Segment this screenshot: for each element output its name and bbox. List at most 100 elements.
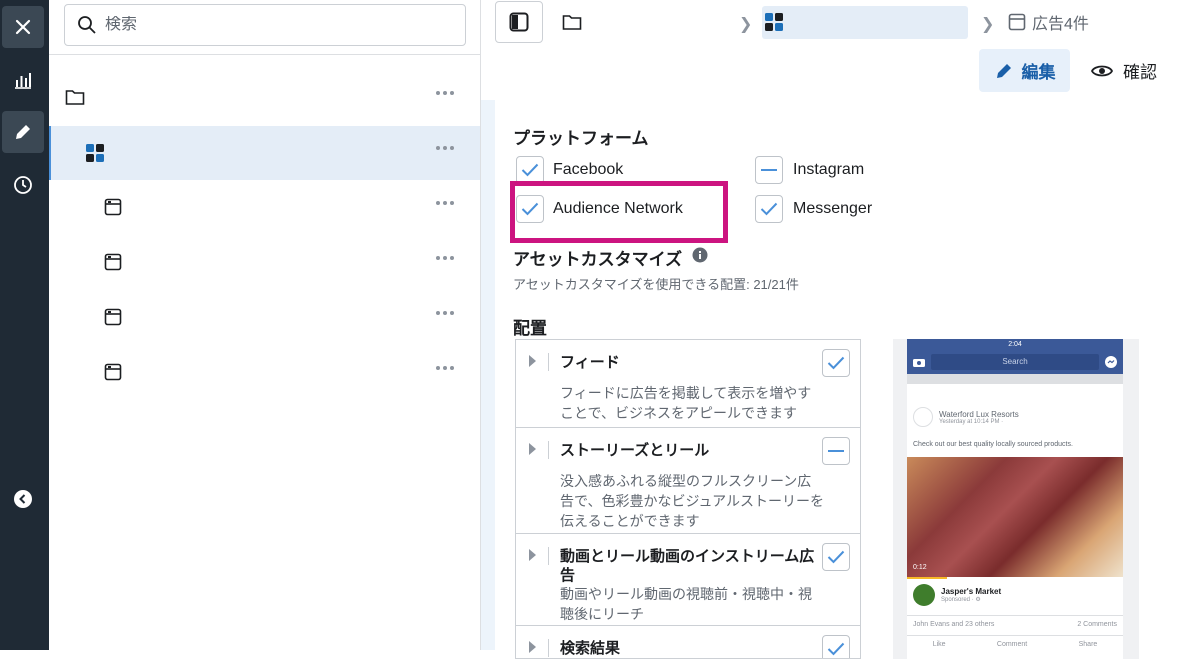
platform-checkbox-messenger[interactable] [755, 195, 783, 223]
pencil-icon [16, 125, 30, 139]
expand-arrow-icon[interactable] [529, 549, 536, 561]
placement-title: 動画とリール動画のインストリーム広告 [560, 548, 815, 584]
main-panel: ❯ ❯ 広告4件 編集 確認 プラットフォーム Facebook Instagr… [481, 0, 1200, 659]
more-options-button[interactable] [436, 256, 454, 260]
edit-mode-button[interactable] [2, 111, 44, 153]
avatar [913, 407, 933, 427]
breadcrumb-ads[interactable]: 広告4件 [1008, 10, 1089, 34]
divider [49, 54, 480, 55]
breadcrumb-ads-label: 広告4件 [1032, 16, 1089, 33]
progress-bar [907, 577, 947, 579]
divider [548, 353, 549, 371]
collapse-left-icon [14, 490, 32, 508]
search-box[interactable] [64, 4, 466, 46]
placement-item-instream[interactable]: 動画とリール動画のインストリーム広告 動画やリール動画の視聴前・視聴中・視聴後に… [516, 534, 860, 626]
placements-heading: 配置 [513, 319, 547, 338]
chevron-right-icon: ❯ [739, 16, 753, 33]
info-icon[interactable] [692, 247, 708, 263]
placement-checkbox[interactable] [822, 349, 850, 377]
campaign-tree [49, 0, 481, 650]
review-button[interactable]: 確認 [1091, 49, 1157, 92]
edit-button[interactable]: 編集 [979, 49, 1070, 92]
divider [907, 635, 1123, 636]
status-bar: 2:04 [907, 339, 1123, 349]
platform-checkbox-facebook[interactable] [516, 156, 544, 184]
divider [907, 615, 1123, 616]
platform-label-messenger: Messenger [793, 200, 873, 217]
expand-arrow-icon[interactable] [529, 355, 536, 367]
placement-checkbox[interactable] [822, 543, 850, 571]
placement-title: 検索結果 [560, 640, 621, 657]
placement-title: ストーリーズとリール [560, 442, 710, 459]
more-options-button[interactable] [436, 311, 454, 315]
eye-icon [1091, 65, 1113, 76]
placement-item-feed[interactable]: フィード フィードに広告を掲載して表示を増やすことで、ビジネスをアピールできます [516, 340, 860, 428]
comment-action: Comment [996, 641, 1028, 648]
placement-item-search[interactable]: 検索結果 [516, 626, 860, 658]
advertiser-name: Jasper's Market [941, 587, 1002, 596]
fb-search-text: Search [1002, 357, 1028, 366]
expand-arrow-icon[interactable] [529, 443, 536, 455]
more-options-button[interactable] [436, 366, 454, 370]
ad-image: 0:12 [907, 457, 1123, 577]
history-button[interactable] [2, 164, 44, 206]
tree-row-ad-1[interactable] [49, 181, 480, 235]
breadcrumb-adset[interactable] [762, 6, 968, 39]
collapse-button[interactable] [2, 478, 44, 520]
tree-row-ad-2[interactable] [49, 236, 480, 290]
breadcrumb-folder-icon[interactable] [562, 13, 582, 31]
post-actions: Like Comment Share [907, 641, 1123, 648]
messenger-icon [1105, 355, 1117, 368]
ad-icon [104, 253, 122, 271]
highlight-box [510, 181, 728, 243]
close-button[interactable] [2, 6, 44, 48]
more-options-button[interactable] [436, 201, 454, 205]
placement-item-stories[interactable]: ストーリーズとリール 没入感あふれる縦型のフルスクリーン広告で、色彩豊かなビジュ… [516, 428, 860, 534]
comments-count: 2 Comments [1077, 621, 1117, 628]
like-action: Like [932, 641, 946, 648]
adset-grid-icon [86, 144, 104, 162]
advertiser-row: Jasper's Market Sponsored · ⚙ [913, 584, 1001, 606]
asset-customization-heading: アセットカスタマイズ [513, 250, 683, 269]
placement-checkbox[interactable] [822, 437, 850, 465]
platform-label-instagram: Instagram [793, 161, 865, 178]
checkmark-icon [521, 163, 539, 177]
checkmark-icon [827, 550, 845, 564]
chevron-right-icon: ❯ [981, 16, 995, 33]
review-label: 確認 [1123, 63, 1157, 82]
panel-toggle-icon [509, 12, 529, 32]
edit-label: 編集 [1021, 63, 1056, 82]
tree-row-adset[interactable] [49, 126, 480, 180]
reports-button[interactable] [2, 59, 44, 101]
expand-arrow-icon[interactable] [529, 641, 536, 653]
top-bar: ❯ ❯ 広告4件 編集 確認 [481, 0, 1200, 100]
asset-customization-subtext: アセットカスタマイズを使用できる配置: 21/21件 [513, 277, 799, 292]
folder-icon [65, 90, 85, 105]
sponsored-label: Sponsored · ⚙ [941, 597, 981, 603]
close-icon [15, 19, 31, 35]
placement-desc: 動画やリール動画の視聴前・視聴中・視聴後にリーチ [560, 586, 812, 622]
platform-checkbox-instagram[interactable] [755, 156, 783, 184]
tree-row-ad-4[interactable] [49, 346, 480, 400]
minus-icon [828, 450, 844, 452]
pencil-icon [996, 63, 1011, 78]
ad-icon [1008, 13, 1026, 31]
tree-row-ad-3[interactable] [49, 291, 480, 345]
divider [548, 547, 549, 565]
more-options-button[interactable] [436, 146, 454, 150]
placement-checkbox[interactable] [822, 635, 850, 658]
adset-grid-icon [765, 13, 783, 31]
tree-row-campaign[interactable] [49, 71, 480, 125]
more-options-button[interactable] [436, 91, 454, 95]
divider [907, 374, 1123, 384]
search-input[interactable] [105, 16, 445, 34]
share-action: Share [1078, 641, 1098, 648]
ad-icon [104, 363, 122, 381]
advertiser-logo [913, 584, 935, 606]
panel-toggle-button[interactable] [495, 1, 543, 43]
placements-list: フィード フィードに広告を掲載して表示を増やすことで、ビジネスをアピールできます… [515, 339, 861, 659]
minus-icon [761, 169, 777, 171]
page-meta: Yesterday at 10:14 PM · [939, 418, 1004, 425]
ad-icon [104, 198, 122, 216]
placement-title: フィード [560, 354, 620, 371]
